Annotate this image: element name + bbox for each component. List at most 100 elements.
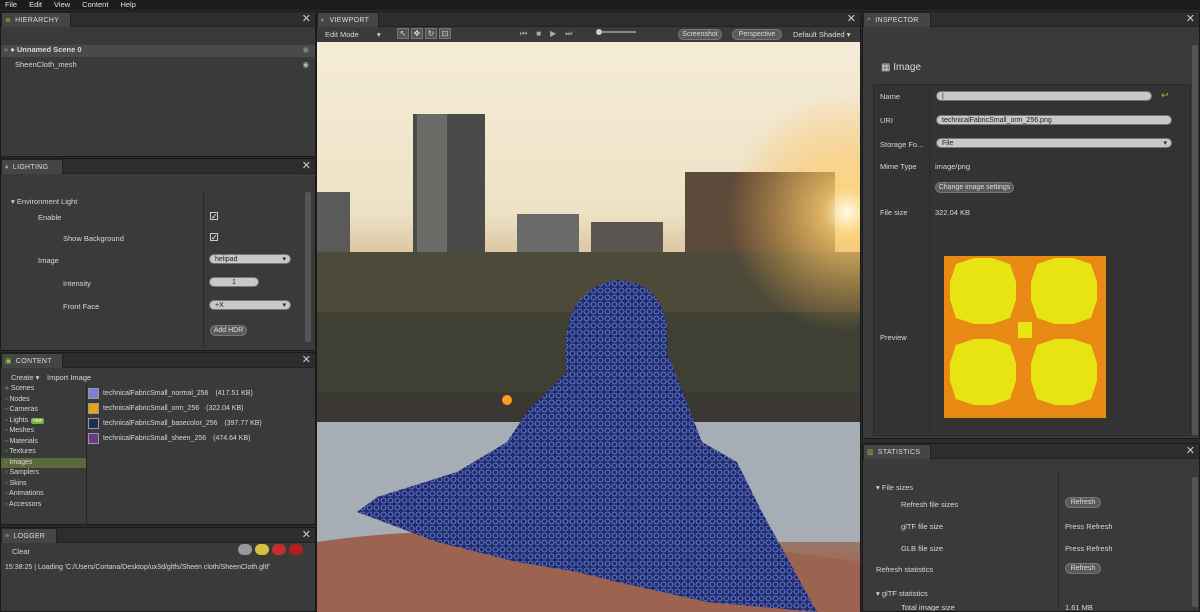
storage-select[interactable]: File ▾ bbox=[936, 138, 1172, 148]
intensity-input[interactable]: 1 bbox=[209, 277, 259, 287]
file-item[interactable]: technicalFabricSmall_basecolor_256 (397.7… bbox=[88, 416, 315, 431]
hierarchy-tab[interactable]: ≣ HIERARCHY bbox=[1, 12, 71, 27]
folder-icon: ▣ bbox=[5, 358, 12, 365]
magnifier-icon: ⌕ bbox=[867, 16, 872, 23]
scrollbar[interactable] bbox=[305, 192, 311, 342]
category-item[interactable]: ◦ Lights new bbox=[1, 416, 86, 427]
file-sizes-section[interactable]: ▾ File sizes bbox=[876, 483, 1199, 492]
lighting-panel: ♦ LIGHTING ✕ ▾ Environment Light Enable ✓… bbox=[0, 158, 316, 351]
visibility-icon[interactable]: ◉ bbox=[302, 60, 309, 69]
menu-view[interactable]: View bbox=[54, 0, 70, 10]
import-image-button[interactable]: Import Image bbox=[47, 373, 315, 382]
front-face-select[interactable]: +X ▾ bbox=[209, 300, 291, 310]
close-icon[interactable]: ✕ bbox=[302, 530, 311, 541]
close-icon[interactable]: ✕ bbox=[1186, 14, 1195, 25]
tree-row-scene[interactable]: » ● Unnamed Scene 0 ◉ bbox=[1, 45, 315, 57]
hierarchy-icon: ≣ bbox=[5, 17, 12, 24]
category-item[interactable]: ◦ Accessors bbox=[1, 500, 86, 511]
timeline-slider[interactable] bbox=[596, 29, 636, 35]
new-badge: new bbox=[31, 417, 45, 424]
statistics-tab[interactable]: ▥ STATISTICS bbox=[863, 444, 931, 459]
scene-label: Unnamed Scene 0 bbox=[16, 45, 82, 54]
close-icon[interactable]: ✕ bbox=[302, 355, 311, 366]
play-icon[interactable]: ▶ bbox=[550, 29, 556, 39]
close-icon[interactable]: ✕ bbox=[1186, 446, 1195, 457]
hierarchy-panel: ≣ HIERARCHY ✕ » ● Unnamed Scene 0 ◉ Sheen… bbox=[0, 11, 316, 157]
name-input[interactable]: | bbox=[936, 91, 1152, 101]
show-bg-checkbox[interactable]: ✓ bbox=[210, 233, 218, 242]
grid-icon: ▦ bbox=[881, 62, 891, 73]
category-item[interactable]: ◦ Animations bbox=[1, 489, 86, 500]
content-tab[interactable]: ▣ CONTENT bbox=[1, 353, 63, 368]
rotate-tool-icon[interactable]: ↻ bbox=[425, 28, 437, 39]
scale-tool-icon[interactable]: ⊡ bbox=[439, 28, 451, 39]
refresh-stats-button[interactable]: Refresh bbox=[1065, 563, 1101, 574]
shading-select[interactable]: Default Shaded ▾ bbox=[793, 30, 860, 39]
file-item[interactable]: technicalFabricSmall_sheen_256 (474.64 KB… bbox=[88, 431, 315, 446]
category-item[interactable]: ◦ Images bbox=[1, 457, 86, 468]
skip-back-icon[interactable]: ⏮ bbox=[520, 29, 527, 39]
tree-row-mesh[interactable]: SheenCloth_mesh ◉ bbox=[1, 60, 315, 72]
enable-checkbox[interactable]: ✓ bbox=[210, 212, 218, 221]
move-tool-icon[interactable]: ✥ bbox=[411, 28, 423, 39]
log-filter-group bbox=[238, 544, 303, 555]
inspector-tab[interactable]: ⌕ INSPECTOR bbox=[863, 12, 931, 27]
menu-edit[interactable]: Edit bbox=[29, 0, 42, 10]
logger-tab[interactable]: ≡ LOGGER bbox=[1, 528, 57, 543]
expand-icon[interactable]: » bbox=[4, 45, 8, 54]
menu-content[interactable]: Content bbox=[82, 0, 108, 10]
category-item[interactable]: ◦ Cameras bbox=[1, 405, 86, 416]
intensity-label: Intensity bbox=[63, 279, 91, 288]
file-item[interactable]: technicalFabricSmall_orm_256 (322.04 KB) bbox=[88, 401, 315, 416]
category-item[interactable]: ◦ Nodes bbox=[1, 395, 86, 406]
category-item[interactable]: ◦ Materials bbox=[1, 437, 86, 448]
skip-forward-icon[interactable]: ⏭ bbox=[565, 29, 572, 39]
add-hdr-button[interactable]: Add HDR bbox=[210, 325, 247, 336]
image-select[interactable]: helipad ▾ bbox=[209, 254, 291, 264]
logger-panel: ≡ LOGGER ✕ Clear 15:38:25 | Loading 'C:/U… bbox=[0, 527, 316, 612]
file-list: technicalFabricSmall_normal_256 (417.51 K… bbox=[88, 386, 315, 446]
viewport-tab[interactable]: ◐ VIEWPORT bbox=[317, 12, 379, 27]
playback-controls: ⏮ ■ ▶ ⏭ bbox=[520, 29, 572, 39]
menu-bar: File Edit View Content Help bbox=[0, 0, 1200, 10]
menu-file[interactable]: File bbox=[5, 0, 17, 10]
refresh-sizes-label: Refresh file sizes bbox=[901, 500, 959, 509]
fatal-filter-icon[interactable] bbox=[289, 544, 303, 555]
select-tool-icon[interactable]: ↖ bbox=[397, 28, 409, 39]
error-filter-icon[interactable] bbox=[272, 544, 286, 555]
category-item[interactable]: » Scenes bbox=[1, 384, 86, 395]
scrollbar[interactable] bbox=[1192, 477, 1198, 607]
undo-icon[interactable]: ↩ bbox=[1161, 90, 1169, 101]
category-item[interactable]: ◦ Meshes bbox=[1, 426, 86, 437]
change-image-settings-button[interactable]: Change image settings bbox=[935, 182, 1014, 193]
show-bg-label: Show Background bbox=[63, 234, 124, 243]
uri-input[interactable]: technicalFabricSmall_orm_256.png bbox=[936, 115, 1172, 125]
close-icon[interactable]: ✕ bbox=[302, 14, 311, 25]
camera-icon: ◐ bbox=[321, 16, 326, 24]
category-list: » Scenes ◦ Nodes ◦ Cameras ◦ Lights new ◦ Mes… bbox=[1, 384, 87, 524]
info-filter-icon[interactable] bbox=[238, 544, 252, 555]
stop-icon[interactable]: ■ bbox=[536, 29, 541, 39]
3d-viewport[interactable] bbox=[317, 42, 860, 612]
transform-tools: ↖ ✥ ↻ ⊡ bbox=[397, 28, 451, 39]
category-item[interactable]: ◦ Skins bbox=[1, 479, 86, 490]
texture-thumbnail bbox=[88, 388, 99, 399]
env-light-section[interactable]: ▾ Environment Light bbox=[11, 197, 315, 206]
file-item[interactable]: technicalFabricSmall_normal_256 (417.51 K… bbox=[88, 386, 315, 401]
image-heading: ▦ Image bbox=[881, 62, 922, 73]
warning-filter-icon[interactable] bbox=[255, 544, 269, 555]
chart-icon: ▥ bbox=[867, 449, 874, 456]
menu-help[interactable]: Help bbox=[120, 0, 135, 10]
perspective-button[interactable]: Perspective bbox=[732, 29, 782, 40]
visibility-icon[interactable]: ◉ bbox=[302, 45, 309, 54]
screenshot-button[interactable]: Screenshot bbox=[678, 29, 722, 40]
close-icon[interactable]: ✕ bbox=[847, 14, 856, 25]
refresh-sizes-button[interactable]: Refresh bbox=[1065, 497, 1101, 508]
category-item[interactable]: ◦ Samplers bbox=[1, 468, 86, 479]
inspector-panel: ⌕ INSPECTOR ✕ ▦ Image Name | ↩ URI techni… bbox=[862, 11, 1200, 439]
category-item[interactable]: ◦ Textures bbox=[1, 447, 86, 458]
scrollbar[interactable] bbox=[1192, 45, 1198, 435]
close-icon[interactable]: ✕ bbox=[302, 161, 311, 172]
lighting-tab[interactable]: ♦ LIGHTING bbox=[1, 159, 63, 174]
gltf-stats-section[interactable]: ▾ glTF statistics bbox=[876, 589, 1199, 598]
